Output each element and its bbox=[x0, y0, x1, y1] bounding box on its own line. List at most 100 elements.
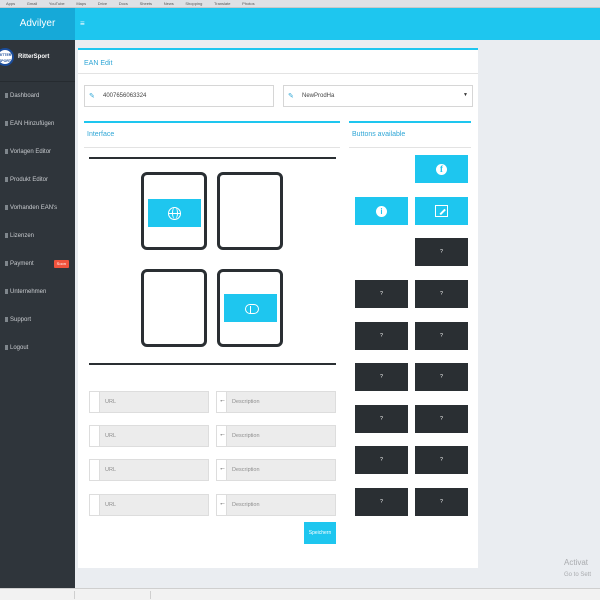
sidebar-item-label: Payment bbox=[10, 261, 34, 267]
input-addon bbox=[90, 495, 100, 515]
unknown-button-tile[interactable]: ? bbox=[415, 322, 468, 350]
input-addon: ← bbox=[217, 495, 227, 515]
interface-preview bbox=[89, 157, 336, 365]
sidebar-item-label: Produkt Editor bbox=[10, 177, 49, 183]
support-icon bbox=[5, 316, 8, 322]
description-input[interactable]: ← Description bbox=[216, 459, 336, 481]
info-icon: i bbox=[376, 205, 387, 217]
upload-button[interactable] bbox=[224, 294, 277, 322]
sidebar-item-template-editor[interactable]: Vorlagen Editor bbox=[0, 138, 75, 166]
bookmark[interactable]: Sheets bbox=[140, 1, 152, 6]
facebook-button-tile[interactable]: f bbox=[415, 155, 468, 183]
product-select[interactable]: ✎ NewProdHa ▼ bbox=[283, 85, 473, 107]
description-placeholder: Description bbox=[232, 433, 260, 439]
sidebar-item-payment[interactable]: Payment Soon bbox=[0, 250, 75, 278]
sidebar-item-label: Lizenzen bbox=[10, 233, 35, 239]
url-input[interactable]: URL bbox=[89, 459, 209, 481]
pencil-icon: ✎ bbox=[89, 93, 95, 100]
description-input[interactable]: ← Description bbox=[216, 391, 336, 413]
sidebar-item-logout[interactable]: Logout bbox=[0, 334, 75, 362]
section-title: Interface bbox=[87, 131, 115, 138]
unknown-button-tile[interactable]: ? bbox=[355, 405, 408, 433]
edit-icon bbox=[435, 205, 448, 217]
ean-field[interactable]: ✎ 4007656063324 bbox=[84, 85, 274, 107]
bookmark[interactable]: Translate bbox=[214, 1, 231, 6]
arrow-left-icon: ← bbox=[219, 397, 226, 404]
sidebar-item-licenses[interactable]: Lizenzen bbox=[0, 222, 75, 250]
sidebar-item-support[interactable]: Support bbox=[0, 306, 75, 334]
unknown-button-tile[interactable]: ? bbox=[415, 280, 468, 308]
download-tab[interactable] bbox=[76, 591, 151, 599]
unknown-button-tile[interactable]: ? bbox=[355, 488, 408, 516]
input-addon bbox=[90, 392, 100, 412]
unknown-button-tile[interactable]: ? bbox=[415, 238, 468, 266]
sidebar-item-existing-eans[interactable]: Vorhanden EAN's bbox=[0, 194, 75, 222]
interface-slot[interactable] bbox=[217, 269, 283, 347]
bookmark[interactable]: YouTube bbox=[49, 1, 65, 6]
www-button[interactable] bbox=[148, 199, 201, 227]
url-placeholder: URL bbox=[105, 502, 117, 508]
unknown-button-tile[interactable]: ? bbox=[415, 446, 468, 474]
bookmark[interactable]: Apps bbox=[6, 1, 15, 6]
edit-button-tile[interactable] bbox=[415, 197, 468, 225]
add-icon bbox=[5, 120, 8, 126]
interface-slot[interactable] bbox=[217, 172, 283, 250]
payment-icon bbox=[5, 260, 8, 266]
status-badge: Soon bbox=[53, 260, 69, 268]
unknown-button-tile[interactable]: ? bbox=[415, 488, 468, 516]
profile-name: RitterSport bbox=[18, 54, 50, 60]
unknown-button-tile[interactable]: ? bbox=[415, 363, 468, 391]
url-input[interactable]: URL bbox=[89, 425, 209, 447]
divider bbox=[84, 147, 340, 148]
url-input[interactable]: URL bbox=[89, 494, 209, 516]
save-button[interactable]: Speichern bbox=[304, 522, 336, 544]
menu-toggle-icon[interactable]: ≡ bbox=[80, 8, 85, 40]
browser-bookmarks-bar: Apps Gmail YouTube Maps Drive Docs Sheet… bbox=[0, 0, 600, 8]
sidebar-item-company[interactable]: Unternehmen bbox=[0, 278, 75, 306]
watermark-line: Activat bbox=[564, 558, 589, 567]
sidebar-item-label: Logout bbox=[10, 345, 29, 351]
unknown-button-tile[interactable]: ? bbox=[415, 405, 468, 433]
description-input[interactable]: ← Description bbox=[216, 494, 336, 516]
sidebar-item-label: Vorhanden EAN's bbox=[10, 205, 58, 211]
interface-slot[interactable] bbox=[141, 269, 207, 347]
bookmark[interactable]: Drive bbox=[98, 1, 107, 6]
sidebar-item-label: EAN Hinzufügen bbox=[10, 121, 55, 127]
unknown-button-tile[interactable]: ? bbox=[355, 446, 408, 474]
input-addon: ← bbox=[217, 426, 227, 446]
bookmark[interactable]: News bbox=[164, 1, 174, 6]
info-button-tile[interactable]: i bbox=[355, 197, 408, 225]
bottom-bar bbox=[0, 588, 600, 600]
bookmark[interactable]: Gmail bbox=[27, 1, 37, 6]
link-row: URL ← Description bbox=[89, 494, 339, 516]
link-row: URL ← Description bbox=[89, 391, 339, 413]
sidebar-item-ean-add[interactable]: EAN Hinzufügen bbox=[0, 110, 75, 138]
input-addon bbox=[90, 460, 100, 480]
unknown-button-tile[interactable]: ? bbox=[355, 280, 408, 308]
interface-slot[interactable] bbox=[141, 172, 207, 250]
watermark-line: Go to Sett bbox=[564, 572, 592, 578]
bookmark[interactable]: Docs bbox=[119, 1, 128, 6]
www-globe-icon bbox=[168, 206, 181, 220]
bookmark[interactable]: Photos bbox=[242, 1, 254, 6]
bookmark[interactable]: Maps bbox=[76, 1, 86, 6]
description-placeholder: Description bbox=[232, 467, 260, 473]
description-input[interactable]: ← Description bbox=[216, 425, 336, 447]
sidebar-item-dashboard[interactable]: Dashboard bbox=[0, 82, 75, 110]
sidebar-item-label: Dashboard bbox=[10, 93, 40, 99]
unknown-button-tile[interactable]: ? bbox=[355, 322, 408, 350]
arrow-left-icon: ← bbox=[219, 431, 226, 438]
url-placeholder: URL bbox=[105, 433, 117, 439]
page-title: EAN Edit bbox=[84, 60, 113, 67]
url-input[interactable]: URL bbox=[89, 391, 209, 413]
description-placeholder: Description bbox=[232, 399, 260, 405]
sidebar-item-product-editor[interactable]: Produkt Editor bbox=[0, 166, 75, 194]
sidebar: RITTER SPORT RitterSport Dashboard EAN H… bbox=[0, 40, 75, 588]
download-tab[interactable] bbox=[0, 591, 75, 599]
brand-logo[interactable]: Advilyer bbox=[0, 8, 75, 40]
bookmark[interactable]: Shopping bbox=[185, 1, 202, 6]
input-addon: ← bbox=[217, 460, 227, 480]
buttons-available-grid: f i ? ? ? ? ? ? ? ? ? ? ? ? ? bbox=[351, 122, 471, 557]
avatar: RITTER SPORT bbox=[0, 48, 14, 66]
unknown-button-tile[interactable]: ? bbox=[355, 363, 408, 391]
